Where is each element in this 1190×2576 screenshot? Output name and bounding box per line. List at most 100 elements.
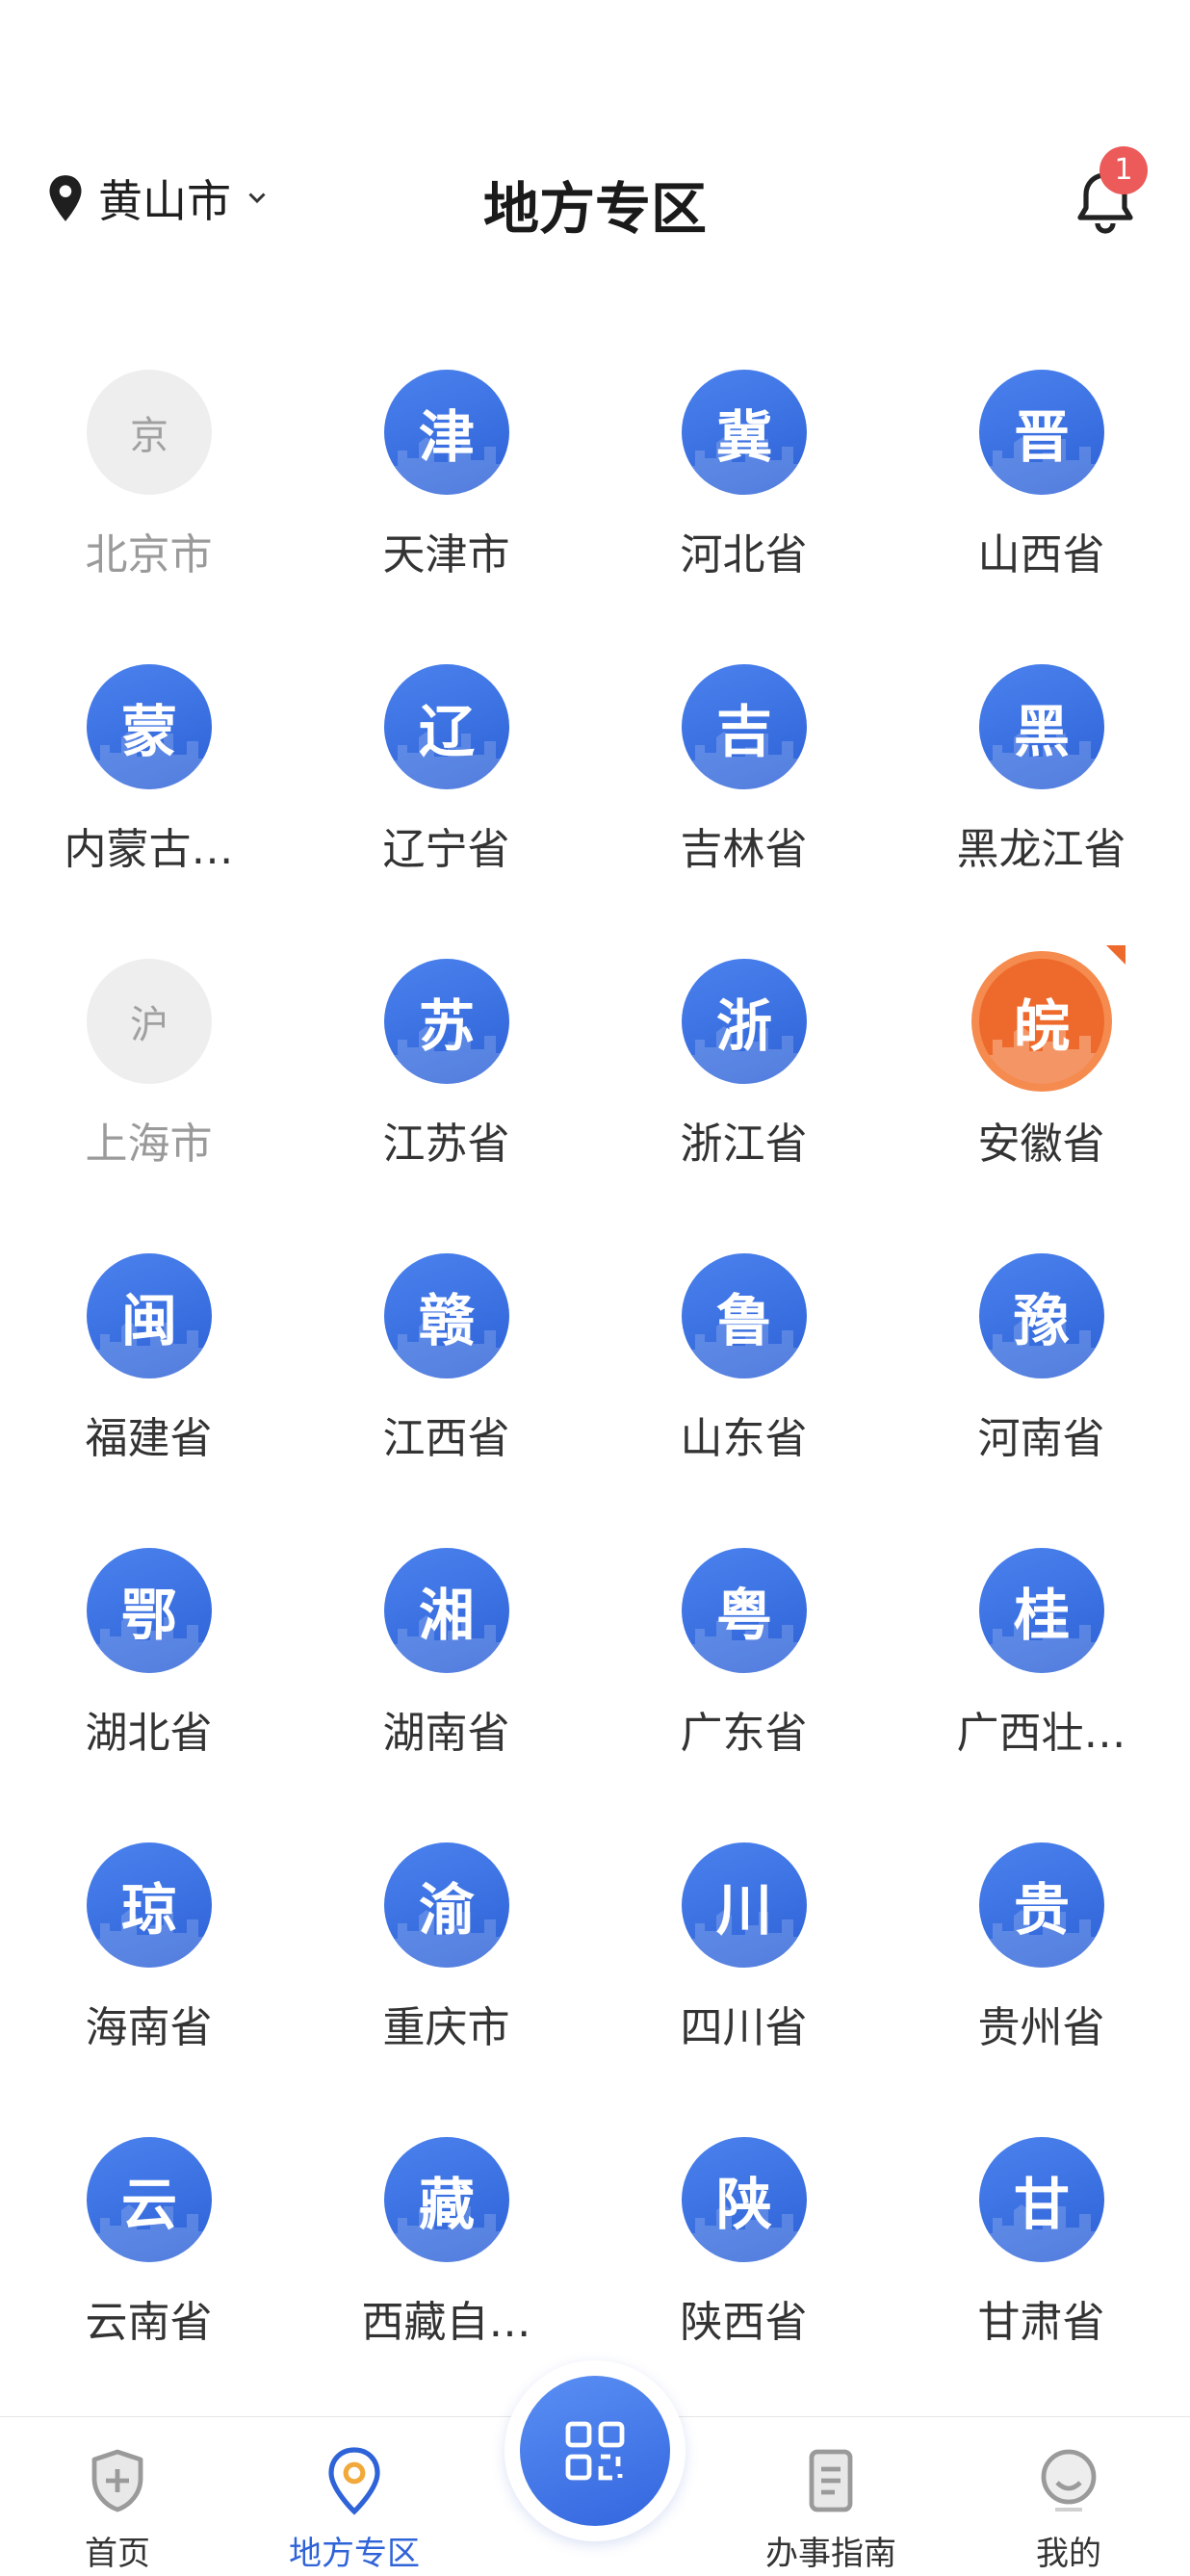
region-glyph: 渝 — [418, 1877, 475, 1943]
region-glyph: 湘 — [418, 1583, 475, 1648]
region-label: 山西省 — [977, 530, 1105, 580]
notification-badge: 1 — [1099, 146, 1148, 194]
region-item[interactable]: 吉吉林省 — [595, 651, 892, 945]
region-label: 湖南省 — [382, 1709, 510, 1758]
yunnan-icon: 云 — [87, 2137, 212, 2262]
region-glyph: 鄂 — [120, 1583, 177, 1648]
region-item[interactable]: 京北京市 — [0, 356, 298, 651]
region-item[interactable]: 黑黑龙江省 — [892, 651, 1190, 945]
region-glyph: 沪 — [130, 1003, 168, 1047]
region-item[interactable]: 皖安徽省 — [892, 945, 1190, 1240]
shield-plus-icon — [91, 2449, 143, 2512]
zhejiang-icon: 浙 — [682, 959, 807, 1084]
tab-mine-label: 我的 — [1036, 2535, 1101, 2573]
region-item[interactable]: 湘湖南省 — [298, 1534, 595, 1829]
page-title: 地方专区 — [482, 176, 707, 242]
region-label: 天津市 — [382, 530, 510, 580]
region-glyph: 皖 — [1013, 993, 1070, 1059]
henan-icon: 豫 — [979, 1253, 1104, 1378]
qr-code-icon — [565, 2421, 625, 2481]
region-label: 山东省 — [680, 1414, 808, 1463]
hainan-icon: 琼 — [87, 1842, 212, 1968]
region-item[interactable]: 晋山西省 — [892, 356, 1190, 651]
region-item[interactable]: 甘甘肃省 — [892, 2124, 1190, 2418]
region-label: 上海市 — [85, 1120, 213, 1169]
region-item[interactable]: 苏江苏省 — [298, 945, 595, 1240]
region-item[interactable]: 渝重庆市 — [298, 1829, 595, 2124]
region-item[interactable]: 蒙内蒙古… — [0, 651, 298, 945]
region-item[interactable]: 云云南省 — [0, 2124, 298, 2418]
region-item[interactable]: 津天津市 — [298, 356, 595, 651]
document-icon — [809, 2449, 853, 2512]
region-label: 福建省 — [85, 1414, 213, 1463]
region-label: 江西省 — [382, 1414, 510, 1463]
region-item[interactable]: 冀河北省 — [595, 356, 892, 651]
guizhou-icon: 贵 — [979, 1842, 1104, 1968]
jiangxi-icon: 赣 — [384, 1253, 509, 1378]
region-glyph: 藏 — [418, 2172, 475, 2237]
shandong-icon: 鲁 — [682, 1253, 807, 1378]
region-item[interactable]: 沪上海市 — [0, 945, 298, 1240]
region-label: 黑龙江省 — [956, 825, 1126, 874]
chongqing-icon: 渝 — [384, 1842, 509, 1968]
tab-local-label: 地方专区 — [289, 2535, 420, 2573]
heilongjiang-icon: 黑 — [979, 664, 1104, 789]
hunan-icon: 湘 — [384, 1548, 509, 1673]
region-label: 重庆市 — [382, 2003, 510, 2052]
region-item[interactable]: 豫河南省 — [892, 1240, 1190, 1534]
region-label: 广西壮… — [956, 1709, 1126, 1758]
region-label: 吉林省 — [680, 825, 808, 874]
region-grid: 京北京市津天津市冀河北省晋山西省蒙内蒙古… 辽辽宁省吉吉林省黑黑龙江省沪上海市苏江… — [0, 356, 1190, 2416]
tab-home[interactable]: 首页 — [31, 2446, 204, 2573]
region-glyph: 云 — [120, 2172, 177, 2237]
scan-button[interactable] — [520, 2376, 670, 2526]
region-item[interactable]: 辽辽宁省 — [298, 651, 595, 945]
region-item[interactable]: 鲁山东省 — [595, 1240, 892, 1534]
map-pin-icon — [328, 2447, 380, 2515]
region-label: 陕西省 — [680, 2298, 808, 2347]
tab-local[interactable]: 地方专区 — [268, 2446, 441, 2573]
region-label: 安徽省 — [977, 1120, 1105, 1169]
region-glyph: 鲁 — [715, 1288, 772, 1353]
region-label: 甘肃省 — [977, 2298, 1105, 2347]
region-item[interactable]: 闽福建省 — [0, 1240, 298, 1534]
region-glyph: 闽 — [120, 1288, 177, 1353]
region-label: 河北省 — [680, 530, 808, 580]
hubei-icon: 鄂 — [87, 1548, 212, 1673]
region-label: 贵州省 — [977, 2003, 1105, 2052]
region-item[interactable]: 浙浙江省 — [595, 945, 892, 1240]
region-glyph: 琼 — [120, 1877, 177, 1943]
region-label: 海南省 — [85, 2003, 213, 2052]
region-label: 江苏省 — [382, 1120, 510, 1169]
hebei-icon: 冀 — [682, 370, 807, 495]
region-item[interactable]: 琼海南省 — [0, 1829, 298, 2124]
region-glyph: 甘 — [1013, 2172, 1070, 2237]
region-item[interactable]: 桂广西壮… — [892, 1534, 1190, 1829]
selected-corner-mark — [1106, 945, 1125, 965]
region-glyph: 晋 — [1013, 404, 1070, 470]
region-glyph: 蒙 — [120, 699, 177, 764]
tab-mine[interactable]: 我的 — [982, 2446, 1155, 2573]
region-item[interactable]: 鄂湖北省 — [0, 1534, 298, 1829]
beijing-icon: 京 — [87, 370, 212, 495]
tab-guide[interactable]: 办事指南 — [744, 2446, 918, 2573]
shaanxi-icon: 陕 — [682, 2137, 807, 2262]
jilin-icon: 吉 — [682, 664, 807, 789]
region-glyph: 京 — [130, 414, 168, 458]
tab-home-label: 首页 — [85, 2535, 150, 2573]
jiangsu-icon: 苏 — [384, 959, 509, 1084]
region-label: 广东省 — [680, 1709, 808, 1758]
region-glyph: 陕 — [715, 2172, 772, 2237]
region-item[interactable]: 贵贵州省 — [892, 1829, 1190, 2124]
region-label: 北京市 — [85, 530, 213, 580]
liaoning-icon: 辽 — [384, 664, 509, 789]
region-glyph: 苏 — [418, 993, 475, 1059]
region-item[interactable]: 川四川省 — [595, 1829, 892, 2124]
region-glyph: 粤 — [715, 1583, 772, 1648]
region-item[interactable]: 赣江西省 — [298, 1240, 595, 1534]
region-label: 四川省 — [680, 2003, 808, 2052]
region-glyph: 贵 — [1013, 1877, 1070, 1943]
region-glyph: 黑 — [1013, 699, 1070, 764]
region-item[interactable]: 粤广东省 — [595, 1534, 892, 1829]
gansu-icon: 甘 — [979, 2137, 1104, 2262]
